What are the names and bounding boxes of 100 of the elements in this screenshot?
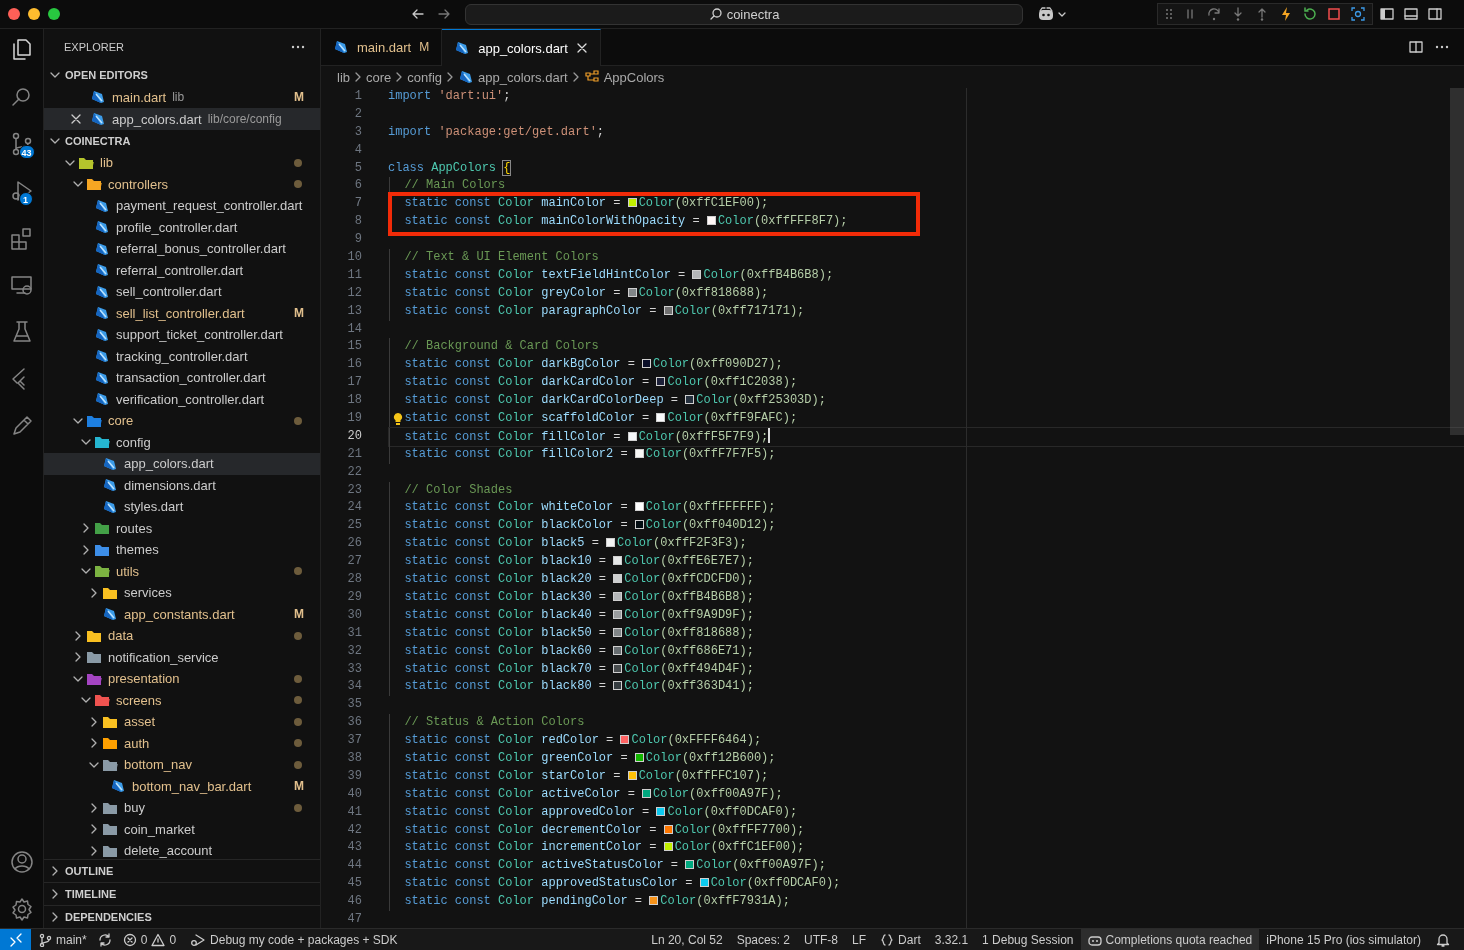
file-item[interactable]: referral_bonus_controller.dart <box>44 238 320 260</box>
folder-item[interactable]: screens <box>44 689 320 711</box>
folder-item[interactable]: routes <box>44 517 320 539</box>
folder-item[interactable]: presentation <box>44 668 320 690</box>
color-swatch[interactable] <box>663 824 673 834</box>
folder-item[interactable]: coin_market <box>44 818 320 840</box>
color-swatch[interactable] <box>613 556 623 566</box>
color-swatch[interactable] <box>634 752 644 762</box>
completions-status[interactable]: Completions quota reached <box>1080 929 1260 950</box>
color-swatch[interactable] <box>627 287 637 297</box>
remote-button[interactable] <box>0 929 31 950</box>
folder-item[interactable]: config <box>44 431 320 453</box>
color-swatch[interactable] <box>613 574 623 584</box>
color-swatch[interactable] <box>699 878 709 888</box>
file-item[interactable]: sell_controller.dart <box>44 281 320 303</box>
editor-tab[interactable]: app_colors.dart <box>442 29 601 66</box>
color-swatch[interactable] <box>685 860 695 870</box>
folder-item[interactable]: bottom_nav <box>44 754 320 776</box>
file-item[interactable]: app_colors.dart <box>44 453 320 475</box>
folder-item[interactable]: asset <box>44 711 320 733</box>
breadcrumb-item[interactable]: config <box>407 69 442 85</box>
color-swatch[interactable] <box>620 735 630 745</box>
color-swatch[interactable] <box>613 627 623 637</box>
file-item[interactable]: bottom_nav_bar.dart M <box>44 775 320 797</box>
color-swatch[interactable] <box>634 502 644 512</box>
section-header[interactable]: OUTLINE <box>44 859 320 882</box>
file-item[interactable]: support_ticket_controller.dart <box>44 324 320 346</box>
color-swatch[interactable] <box>642 359 652 369</box>
close-icon[interactable] <box>575 42 588 54</box>
toggle-secondary-sidebar-icon[interactable] <box>1427 6 1443 22</box>
toggle-panel-icon[interactable] <box>1403 6 1419 22</box>
status-item[interactable]: 1 Debug Session <box>975 929 1081 950</box>
folder-item[interactable]: buy <box>44 797 320 819</box>
folder-item[interactable]: notification_service <box>44 646 320 668</box>
color-swatch[interactable] <box>627 770 637 780</box>
file-item[interactable]: styles.dart <box>44 496 320 518</box>
color-swatch[interactable] <box>627 198 637 208</box>
toggle-sidebar-icon[interactable] <box>1379 6 1395 22</box>
command-search-field[interactable]: coinectra <box>465 3 1023 25</box>
section-header[interactable]: COINECTRA <box>44 130 320 152</box>
file-item[interactable]: transaction_controller.dart <box>44 367 320 389</box>
color-swatch[interactable] <box>634 520 644 530</box>
lightbulb-icon[interactable] <box>392 412 404 427</box>
color-swatch[interactable] <box>685 395 695 405</box>
color-swatch[interactable] <box>656 377 666 387</box>
status-item[interactable]: Spaces: 2 <box>729 929 798 950</box>
breadcrumb-item[interactable]: lib <box>337 69 350 85</box>
folder-item[interactable]: auth <box>44 732 320 754</box>
color-swatch[interactable] <box>656 413 666 423</box>
file-item[interactable]: profile_controller.dart <box>44 216 320 238</box>
account-icon[interactable] <box>8 849 35 875</box>
color-swatch[interactable] <box>706 216 716 226</box>
folder-item[interactable]: lib <box>44 152 320 174</box>
language-status[interactable]: Dart <box>873 929 928 950</box>
file-item[interactable]: payment_request_controller.dart <box>44 195 320 217</box>
close-icon[interactable] <box>70 113 82 125</box>
color-swatch[interactable] <box>613 609 623 619</box>
folder-item[interactable]: core <box>44 410 320 432</box>
step-over-icon[interactable] <box>1206 6 1222 22</box>
color-swatch[interactable] <box>627 431 637 441</box>
section-header[interactable]: OPEN EDITORS <box>44 64 320 86</box>
folder-item[interactable]: utils <box>44 560 320 582</box>
color-swatch[interactable] <box>656 806 666 816</box>
color-swatch[interactable] <box>649 896 659 906</box>
status-item[interactable]: 3.32.1 <box>927 929 976 950</box>
inspect-icon[interactable] <box>1350 6 1366 22</box>
bell-icon[interactable] <box>1436 932 1450 947</box>
status-item[interactable]: iPhone 15 Pro (ios simulator) <box>1259 929 1428 950</box>
file-item[interactable]: sell_list_controller.dart M <box>44 302 320 324</box>
breadcrumb-item[interactable]: core <box>366 69 392 85</box>
color-swatch[interactable] <box>663 305 673 315</box>
open-editor-item[interactable]: app_colors.dart lib/core/config <box>44 108 320 130</box>
split-editor-icon[interactable] <box>1408 39 1424 55</box>
status-item[interactable]: LF <box>845 929 874 950</box>
close-window-button[interactable] <box>8 8 20 20</box>
color-swatch[interactable] <box>634 448 644 458</box>
color-swatch[interactable] <box>613 645 623 655</box>
zoom-window-button[interactable] <box>48 8 60 20</box>
file-item[interactable]: app_constants.dart M <box>44 603 320 625</box>
color-swatch[interactable] <box>606 538 616 548</box>
file-item[interactable]: tracking_controller.dart <box>44 345 320 367</box>
folder-item[interactable]: themes <box>44 539 320 561</box>
folder-item[interactable]: controllers <box>44 173 320 195</box>
file-item[interactable]: referral_controller.dart <box>44 259 320 281</box>
sync-icon[interactable] <box>97 932 112 947</box>
section-header[interactable]: TIMELINE <box>44 882 320 905</box>
open-editor-item[interactable]: main.dart lib M <box>44 86 320 108</box>
problems-status[interactable]: 0 0 <box>115 929 184 950</box>
color-swatch[interactable] <box>692 269 702 279</box>
file-item[interactable]: verification_controller.dart <box>44 388 320 410</box>
breadcrumb-item[interactable]: AppColors <box>583 69 665 85</box>
copilot-icon[interactable] <box>1037 6 1055 22</box>
folder-item[interactable]: delete_account <box>44 840 320 859</box>
debug-config-status[interactable]: Debug my code + packages + SDK <box>183 929 405 950</box>
color-swatch[interactable] <box>663 842 673 852</box>
folder-item[interactable]: data <box>44 625 320 647</box>
minimize-window-button[interactable] <box>28 8 40 20</box>
branch-status[interactable]: main* <box>31 929 94 950</box>
stop-icon[interactable] <box>1326 6 1342 22</box>
file-item[interactable]: dimensions.dart <box>44 474 320 496</box>
